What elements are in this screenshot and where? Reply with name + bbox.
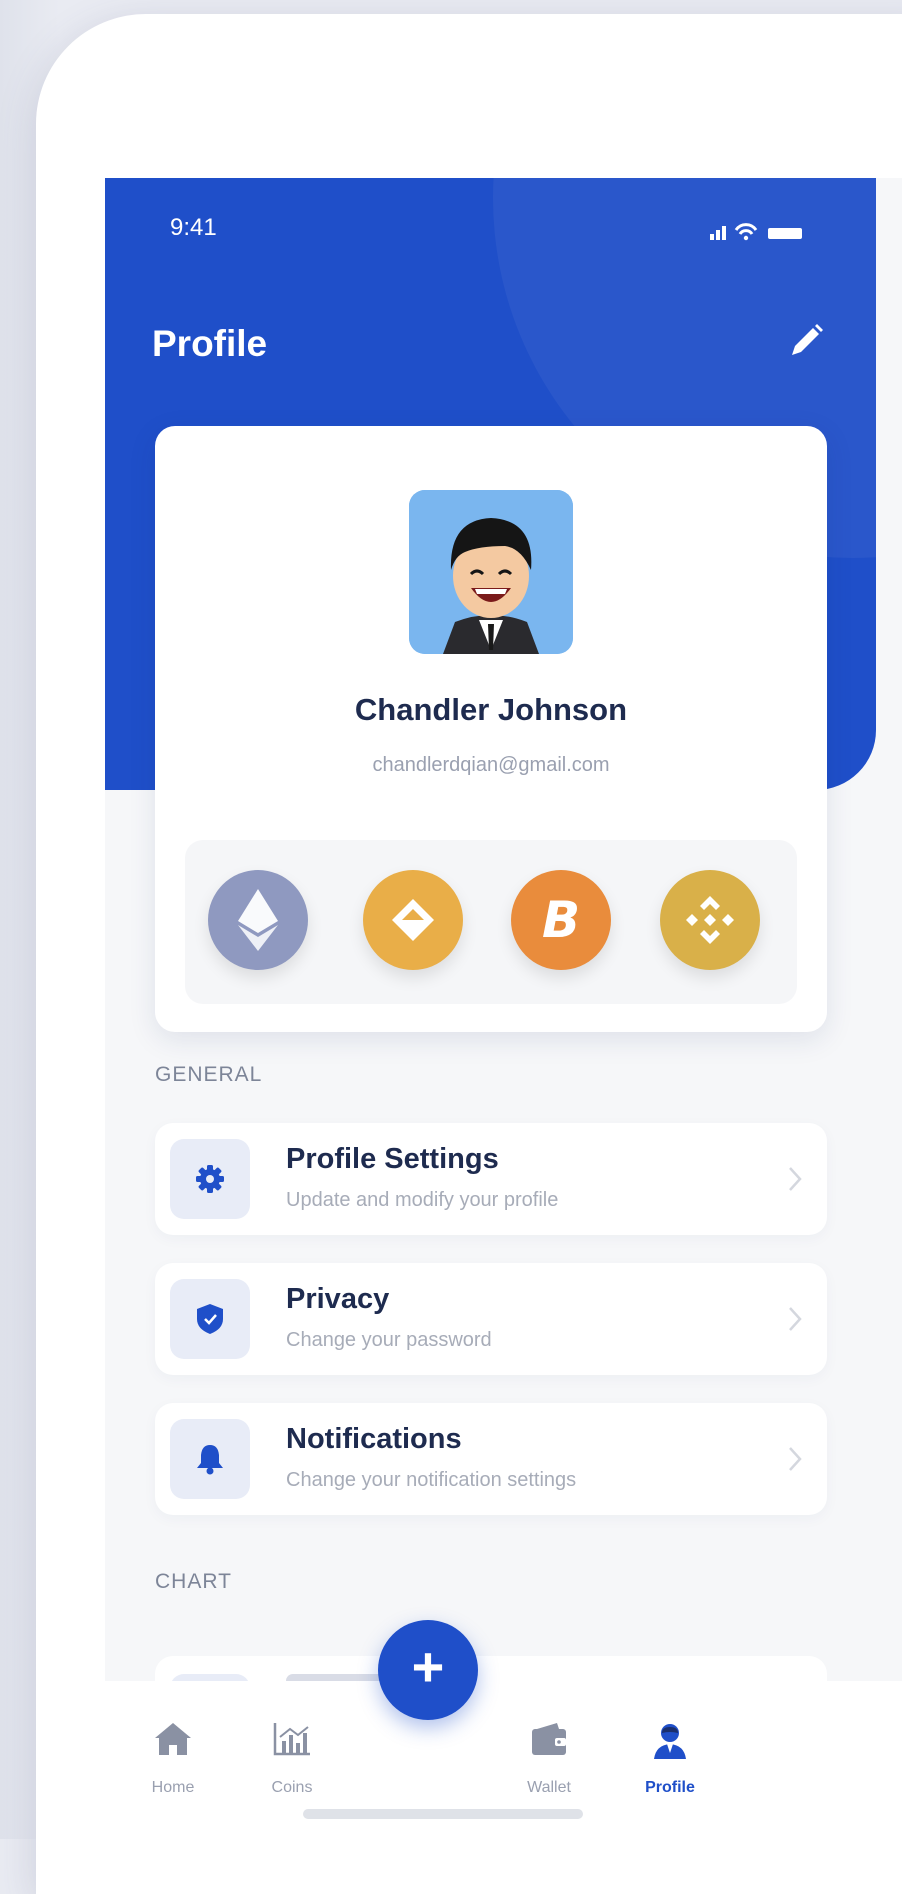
menu-item-title: Profile Settings xyxy=(286,1143,499,1175)
menu-icon-box xyxy=(170,1419,250,1499)
tab-label: Coins xyxy=(271,1779,313,1796)
home-indicator xyxy=(303,1809,583,1819)
menu-item-subtitle: Update and modify your profile xyxy=(286,1189,559,1211)
menu-item-profile-settings[interactable]: Profile Settings Update and modify your … xyxy=(155,1123,827,1235)
coin-tray: B xyxy=(185,840,797,1004)
menu-item-title: Privacy xyxy=(286,1283,390,1315)
chart-icon xyxy=(273,1723,310,1756)
menu-icon-box xyxy=(170,1279,250,1359)
tab-label: Profile xyxy=(645,1779,695,1796)
menu-item-title: Notifications xyxy=(286,1423,462,1455)
waves-coin-button[interactable] xyxy=(363,870,463,970)
profile-card: Chandler Johnson chandlerdqian@gmail.com… xyxy=(155,426,827,1032)
status-time: 9:41 xyxy=(170,214,217,241)
add-button[interactable]: + xyxy=(378,1620,478,1720)
wallet-icon xyxy=(532,1723,566,1755)
signal-wifi-battery-icon xyxy=(710,223,802,241)
menu-item-privacy[interactable]: Privacy Change your password xyxy=(155,1263,827,1375)
ethereum-coin-button[interactable] xyxy=(208,870,308,970)
edit-profile-button[interactable] xyxy=(780,315,832,367)
binance-icon xyxy=(686,896,734,944)
plus-icon: + xyxy=(411,1635,445,1698)
bell-icon xyxy=(197,1445,223,1475)
home-icon xyxy=(155,1723,191,1755)
menu-icon-box xyxy=(170,1139,250,1219)
status-icons xyxy=(708,222,808,242)
pencil-icon xyxy=(792,324,823,355)
bitcoin-icon: B xyxy=(541,891,581,949)
general-section-label: GENERAL xyxy=(155,1063,263,1086)
ethereum-icon xyxy=(238,889,278,951)
menu-item-subtitle: Change your password xyxy=(286,1329,492,1351)
chevron-right-icon xyxy=(789,1307,802,1331)
user-name: Chandler Johnson xyxy=(354,692,628,727)
tab-label: Home xyxy=(151,1779,195,1796)
waves-icon xyxy=(392,899,434,941)
tab-profile[interactable]: Profile xyxy=(615,1681,725,1839)
user-icon xyxy=(654,1724,686,1759)
user-email: chandlerdqian@gmail.com xyxy=(372,754,610,776)
menu-item-notifications[interactable]: Notifications Change your notification s… xyxy=(155,1403,827,1515)
page-title: Profile xyxy=(152,323,268,364)
binance-coin-button[interactable] xyxy=(660,870,760,970)
chevron-right-icon xyxy=(789,1447,802,1471)
chevron-right-icon xyxy=(789,1167,802,1191)
shield-icon xyxy=(197,1304,223,1334)
gear-icon xyxy=(196,1165,224,1193)
menu-item-subtitle: Change your notification settings xyxy=(286,1469,577,1491)
tab-home[interactable]: Home xyxy=(118,1681,228,1839)
app-screen: 9:41 Profile Chandler Johnson chandlerdq… xyxy=(105,178,902,1839)
tab-label: Wallet xyxy=(527,1779,571,1796)
avatar[interactable] xyxy=(409,490,573,654)
avatar-illustration xyxy=(409,490,573,654)
bitcoin-coin-button[interactable]: B xyxy=(511,870,611,970)
chart-section-label: CHART xyxy=(155,1570,232,1593)
